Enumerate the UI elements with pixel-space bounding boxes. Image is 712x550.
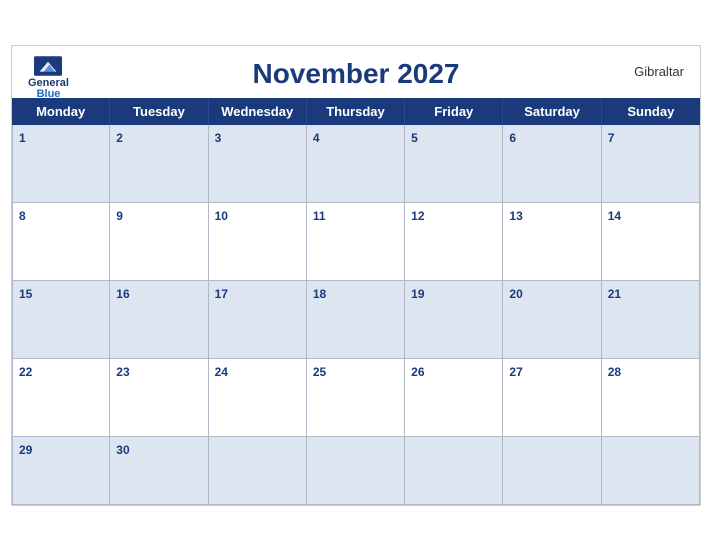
day-cell-12: 12 bbox=[405, 203, 503, 281]
day-cell-30: 30 bbox=[110, 437, 208, 505]
calendar-header: General Blue November 2027 Gibraltar bbox=[12, 46, 700, 98]
day-cell-23: 23 bbox=[110, 359, 208, 437]
day-cell-26: 26 bbox=[405, 359, 503, 437]
day-cell-10: 10 bbox=[209, 203, 307, 281]
day-header-tuesday: Tuesday bbox=[110, 98, 208, 125]
day-cell-14: 14 bbox=[602, 203, 700, 281]
day-cell-8: 8 bbox=[12, 203, 110, 281]
day-cell-empty-5 bbox=[602, 437, 700, 505]
day-cell-empty-4 bbox=[503, 437, 601, 505]
day-cell-25: 25 bbox=[307, 359, 405, 437]
day-cell-5: 5 bbox=[405, 125, 503, 203]
day-header-sunday: Sunday bbox=[602, 98, 700, 125]
day-cell-18: 18 bbox=[307, 281, 405, 359]
day-cell-13: 13 bbox=[503, 203, 601, 281]
day-cell-9: 9 bbox=[110, 203, 208, 281]
day-cell-20: 20 bbox=[503, 281, 601, 359]
day-headers: Monday Tuesday Wednesday Thursday Friday… bbox=[12, 98, 700, 125]
day-header-thursday: Thursday bbox=[307, 98, 405, 125]
calendar: General Blue November 2027 Gibraltar Mon… bbox=[11, 45, 701, 506]
logo-blue-text: Blue bbox=[37, 89, 61, 100]
day-cell-15: 15 bbox=[12, 281, 110, 359]
logo-general-text: General bbox=[28, 78, 69, 89]
day-cell-1: 1 bbox=[12, 125, 110, 203]
day-cell-19: 19 bbox=[405, 281, 503, 359]
logo: General Blue bbox=[28, 56, 69, 100]
day-header-friday: Friday bbox=[405, 98, 503, 125]
day-header-saturday: Saturday bbox=[503, 98, 601, 125]
day-cell-3: 3 bbox=[209, 125, 307, 203]
day-header-wednesday: Wednesday bbox=[209, 98, 307, 125]
day-cell-4: 4 bbox=[307, 125, 405, 203]
day-cell-empty-1 bbox=[209, 437, 307, 505]
calendar-grid: 1 2 3 4 5 6 7 8 9 10 11 12 13 14 15 16 1… bbox=[12, 125, 700, 505]
day-cell-11: 11 bbox=[307, 203, 405, 281]
day-cell-29: 29 bbox=[12, 437, 110, 505]
day-cell-empty-3 bbox=[405, 437, 503, 505]
day-cell-16: 16 bbox=[110, 281, 208, 359]
day-cell-27: 27 bbox=[503, 359, 601, 437]
day-cell-21: 21 bbox=[602, 281, 700, 359]
day-cell-24: 24 bbox=[209, 359, 307, 437]
location-label: Gibraltar bbox=[634, 64, 684, 79]
day-header-monday: Monday bbox=[12, 98, 110, 125]
calendar-title: November 2027 bbox=[252, 58, 459, 90]
day-cell-22: 22 bbox=[12, 359, 110, 437]
day-cell-17: 17 bbox=[209, 281, 307, 359]
day-cell-7: 7 bbox=[602, 125, 700, 203]
day-cell-empty-2 bbox=[307, 437, 405, 505]
day-cell-28: 28 bbox=[602, 359, 700, 437]
day-cell-6: 6 bbox=[503, 125, 601, 203]
logo-icon bbox=[34, 56, 62, 76]
day-cell-2: 2 bbox=[110, 125, 208, 203]
